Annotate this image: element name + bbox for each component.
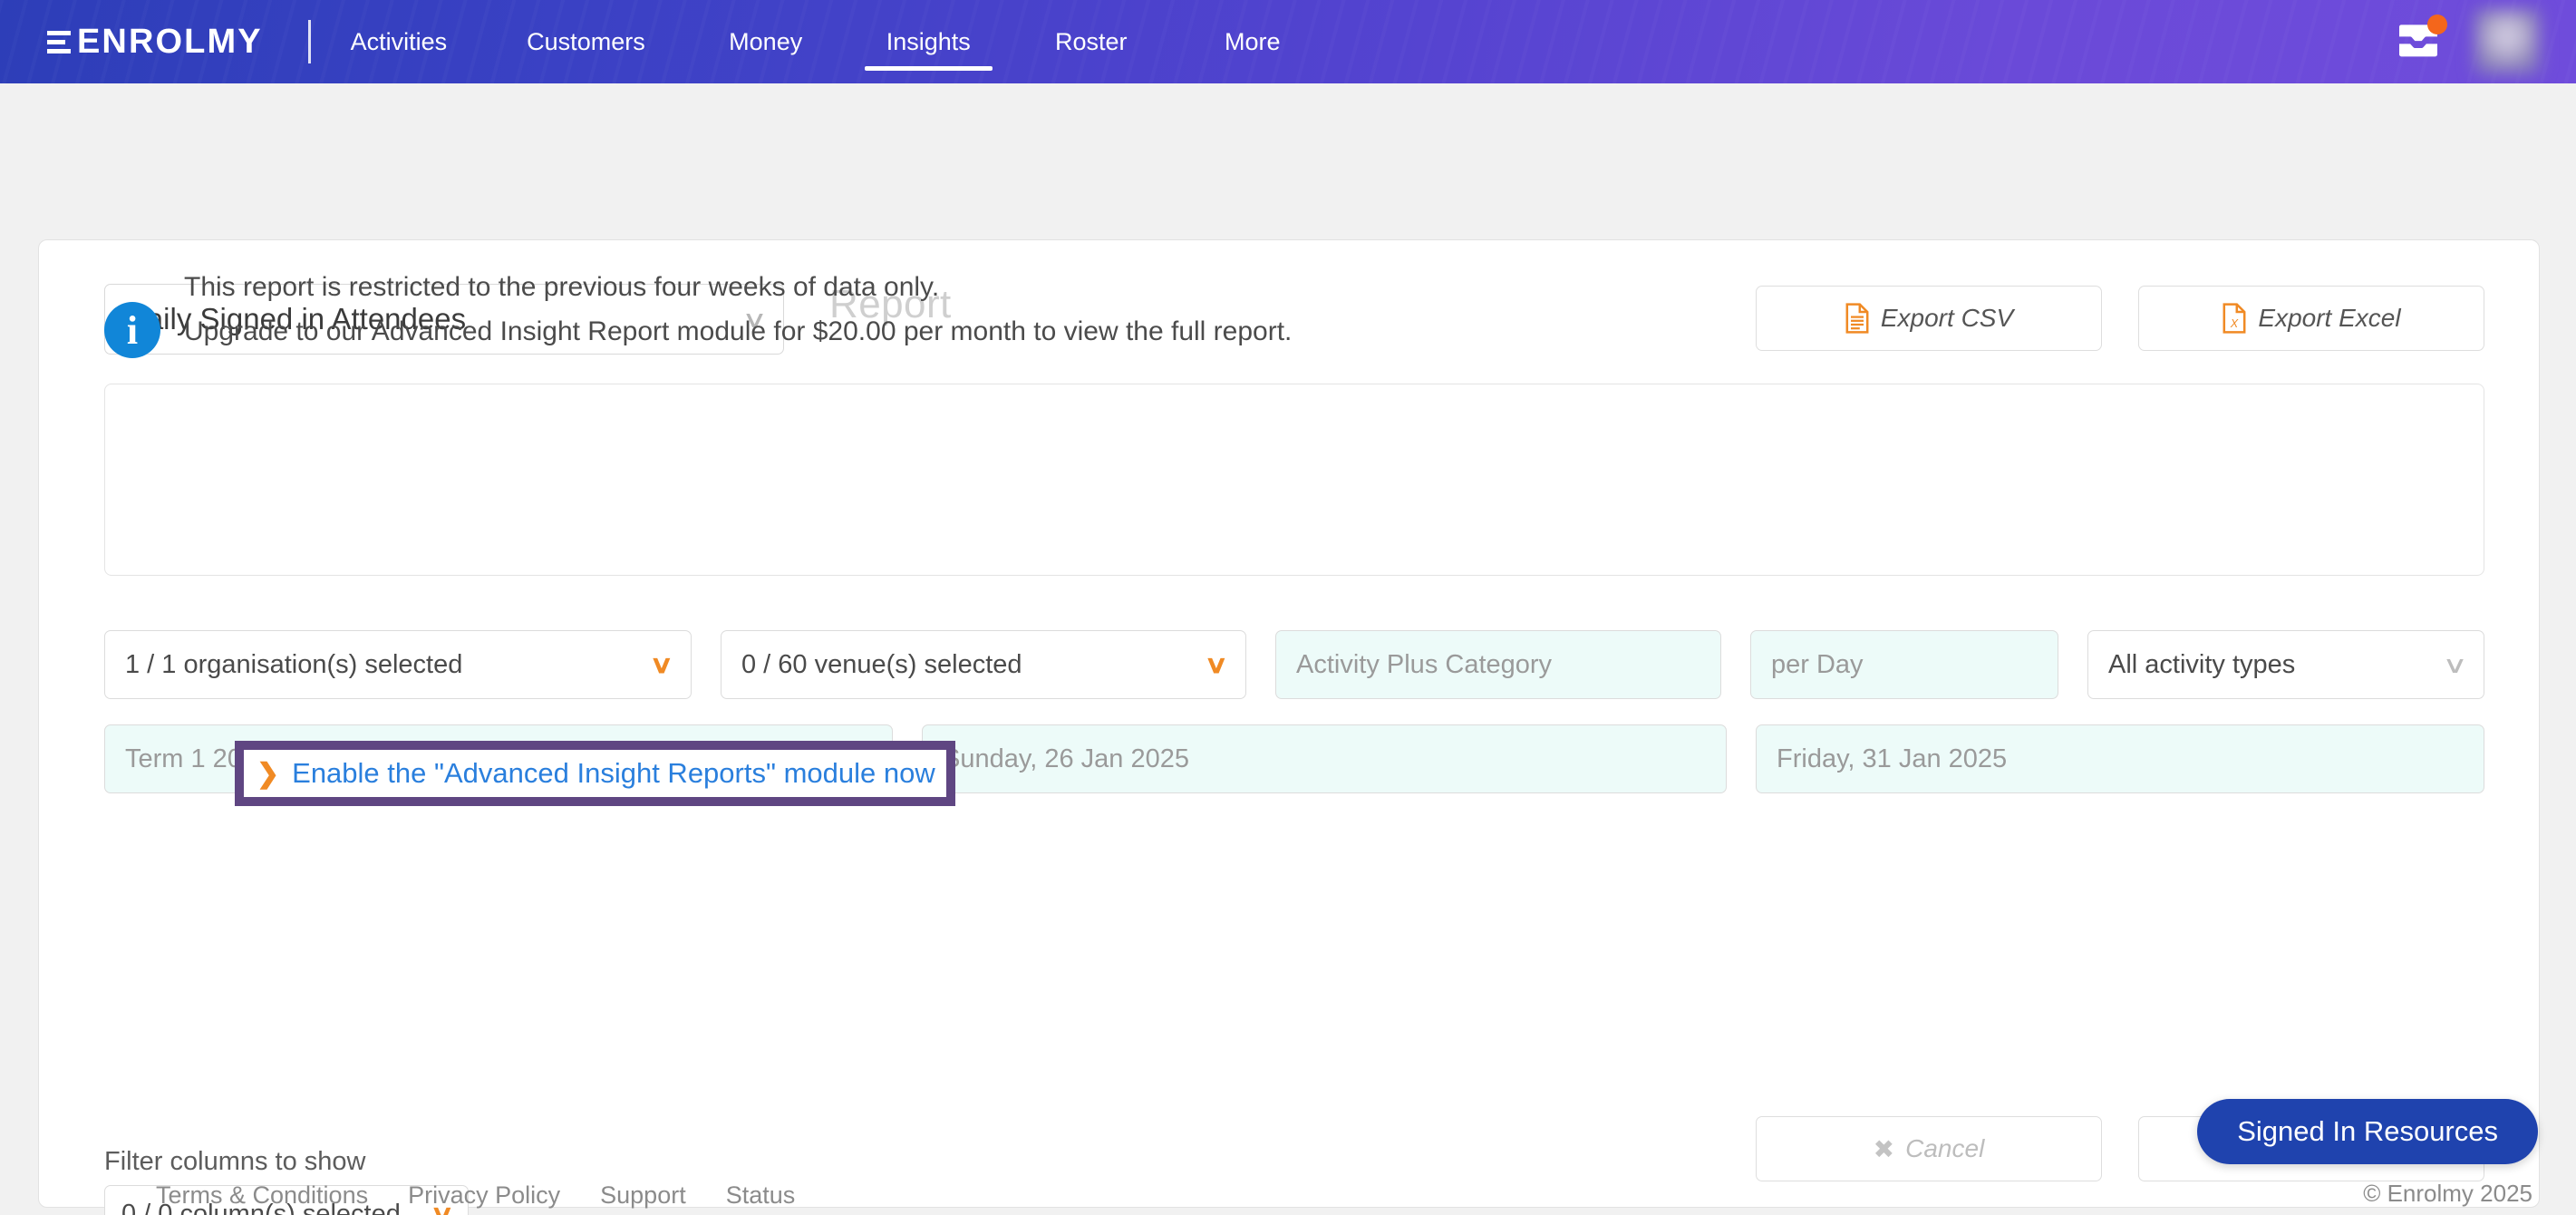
csv-file-icon [1845,303,1869,334]
export-csv-button[interactable]: Export CSV [1756,286,2102,351]
footer-link-terms[interactable]: Terms & Conditions [156,1181,368,1210]
enable-module-link-row[interactable]: ❯ Enable the "Advanced Insight Reports" … [244,750,946,797]
enrolmy-logo[interactable]: ENROLMY [47,23,263,62]
per-period-input[interactable]: per Day [1750,630,2058,699]
nav-item-money[interactable]: Money [685,0,847,83]
close-x-icon: ✖ [1873,1134,1895,1163]
chevron-right-icon: ❯ [257,758,280,789]
copyright-text: © Enrolmy 2025 [2363,1180,2532,1207]
filter-columns-label: Filter columns to show [104,1147,366,1176]
logo-bars-icon [47,30,71,53]
info-circle-icon: i [104,302,160,358]
inbox-icon[interactable] [2393,15,2447,67]
report-card: Daily Signed in Attendees ∨ Report Expor… [38,239,2540,1215]
organisation-select[interactable]: 1 / 1 organisation(s) selected ∨ [104,630,692,699]
chevron-down-icon: ∨ [1204,650,1229,678]
page-body: Daily Signed in Attendees ∨ Report Expor… [0,83,2576,1215]
date-to-placeholder: Friday, 31 Jan 2025 [1777,744,2008,773]
highlight-annotation: ❯ Enable the "Advanced Insight Reports" … [235,741,955,806]
footer-links: Terms & Conditions Privacy Policy Suppor… [156,1181,795,1210]
nav-item-roster[interactable]: Roster [1011,0,1172,83]
per-period-placeholder: per Day [1771,649,1864,679]
enable-module-link[interactable]: Enable the "Advanced Insight Reports" mo… [292,757,935,790]
footer-link-support[interactable]: Support [600,1181,686,1210]
restriction-notice-panel [104,384,2484,576]
footer-link-status[interactable]: Status [726,1181,796,1210]
venue-value: 0 / 60 venue(s) selected [741,649,1022,679]
notification-dot [2427,15,2447,34]
logo-text: ENROLMY [77,22,263,61]
venue-select[interactable]: 0 / 60 venue(s) selected ∨ [721,630,1246,699]
filter-row-1: 1 / 1 organisation(s) selected ∨ 0 / 60 … [104,630,2484,699]
nav-right-group [2393,9,2576,74]
top-navigation-bar: ENROLMY Activities Customers Money Insig… [0,0,2576,83]
activity-category-input[interactable]: Activity Plus Category [1275,630,1721,699]
nav-label-customers: Customers [527,27,645,55]
chevron-down-icon: ∨ [2442,651,2468,678]
avatar[interactable] [2474,9,2540,74]
export-excel-button[interactable]: X Export Excel [2138,286,2484,351]
nav-label-money: Money [729,27,803,55]
excel-file-icon: X [2223,303,2246,334]
notice-line-2: Upgrade to our Advanced Insight Report m… [184,316,1293,346]
date-from-input[interactable]: Sunday, 26 Jan 2025 [922,724,1727,793]
nav-item-more[interactable]: More [1172,0,1333,83]
footer-link-privacy[interactable]: Privacy Policy [408,1181,560,1210]
date-to-input[interactable]: Friday, 31 Jan 2025 [1756,724,2484,793]
nav-label-more: More [1225,27,1281,55]
nav-items: Activities Customers Money Insights Rost… [311,0,1333,83]
export-csv-label: Export CSV [1880,304,2014,332]
nav-item-activities[interactable]: Activities [311,0,488,83]
cancel-button[interactable]: ✖ Cancel [1756,1116,2102,1181]
chevron-down-icon: ∨ [649,650,674,678]
activity-type-value: All activity types [2108,649,2296,679]
nav-label-insights: Insights [886,27,971,55]
activity-category-placeholder: Activity Plus Category [1296,649,1553,679]
activity-type-select[interactable]: All activity types ∨ [2087,630,2484,699]
export-excel-label: Export Excel [2258,304,2401,332]
date-from-placeholder: Sunday, 26 Jan 2025 [943,744,1189,773]
nav-label-roster: Roster [1055,27,1128,55]
organisation-value: 1 / 1 organisation(s) selected [125,649,463,679]
nav-item-customers[interactable]: Customers [487,0,685,83]
nav-label-activities: Activities [350,27,448,55]
signed-in-resources-button[interactable]: Signed In Resources [2197,1099,2538,1164]
nav-item-insights[interactable]: Insights [847,0,1011,83]
notice-text: This report is restricted to the previou… [184,266,1292,354]
cancel-label: Cancel [1905,1134,1985,1162]
svg-text:X: X [2230,317,2239,330]
notice-line-1: This report is restricted to the previou… [184,272,940,302]
